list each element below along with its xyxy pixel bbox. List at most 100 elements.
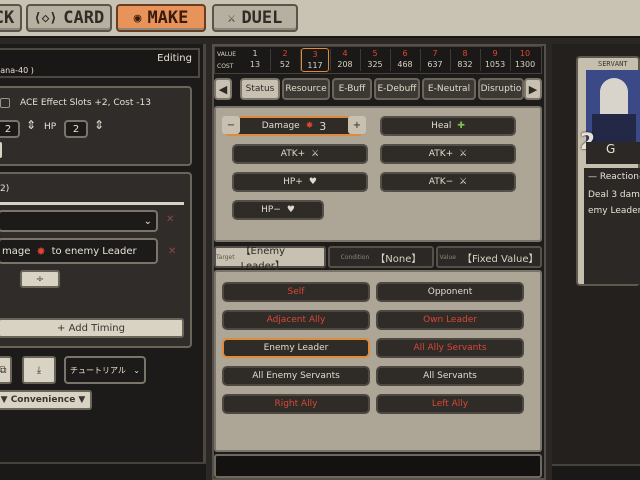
card-preview: SERVANT 2 G — Reaction– Deal 3 dama emy …	[576, 56, 640, 286]
atk-spinbox[interactable]: 2	[0, 120, 20, 138]
minus-icon[interactable]: −	[222, 116, 240, 134]
plus-icon[interactable]: +	[348, 116, 366, 134]
card-nav-label: CARD	[63, 8, 105, 28]
nav-spacer	[302, 4, 640, 34]
hp-minus-effect[interactable]: HP− ♥	[232, 200, 324, 220]
option-enemy-leader[interactable]: Enemy Leader	[222, 338, 370, 358]
atk-stepper-icon[interactable]: ⇕	[26, 118, 36, 132]
tab-e-neutral[interactable]: E-Neutral	[422, 78, 476, 100]
card-icon: ⟨◇⟩	[33, 10, 58, 26]
atk-minus-effect[interactable]: ATK− ⚔	[380, 172, 516, 192]
cost-cell: 325	[367, 60, 383, 69]
back-button[interactable]: CK	[0, 4, 22, 32]
tab-target[interactable]: Target 【Enemy Leader】	[214, 246, 326, 272]
tab-status[interactable]: Status	[240, 78, 280, 100]
option-left-ally[interactable]: Left Ally	[376, 394, 524, 414]
option-all-enemy-servants[interactable]: All Enemy Servants	[222, 366, 370, 386]
cost-column[interactable]: 6 468	[391, 48, 419, 72]
remove-effect-icon[interactable]: ✕	[168, 246, 176, 257]
value-value: 【Fixed Value】	[461, 253, 539, 265]
ace-settings-card: ACE Effect Slots +2, Cost -13 2 ⇕ HP 2 ⇕	[0, 86, 192, 166]
add-effect-button[interactable]: ÷	[20, 270, 60, 288]
cost-row-label: COST	[217, 63, 234, 70]
hp-stepper-icon[interactable]: ⇕	[94, 118, 104, 132]
chevron-down-icon: ⌄	[133, 365, 140, 375]
cost-cell: 208	[337, 60, 353, 69]
option-label: Adjacent Ally	[266, 315, 326, 325]
atk-value: 2	[4, 123, 12, 135]
plus-minus-icon: ÷	[35, 273, 45, 285]
make-nav-button[interactable]: ◉ MAKE	[116, 4, 206, 32]
make-icon: ◉	[133, 10, 142, 26]
copy-button[interactable]: ⧉	[0, 356, 12, 384]
atk-plus-effect[interactable]: ATK+ ⚔	[232, 144, 368, 164]
option-right-ally[interactable]: Right Ally	[222, 394, 370, 414]
left-arrow-icon: ◀	[218, 82, 228, 96]
cost-column[interactable]: 9 1053	[481, 48, 509, 72]
divider	[0, 202, 184, 205]
tab-e-neutral-label: E-Neutral	[427, 84, 471, 94]
tab-e-buff[interactable]: E-Buff	[332, 78, 372, 100]
tab-scroll-left-button[interactable]: ◀	[214, 78, 232, 100]
add-timing-button[interactable]: + Add Timing	[0, 318, 184, 338]
sword-up-icon: ⚔	[459, 149, 468, 159]
cost-column[interactable]: 7 637	[421, 48, 449, 72]
cost-column[interactable]: 4 208	[331, 48, 359, 72]
tab-condition[interactable]: Condition 【None】	[328, 246, 434, 268]
condition-value: 【None】	[375, 253, 422, 265]
cost-columns: 1 13 2 52 3 117 4 208 5 325 6 468 7 637 8 832 9 1053 10 130…	[241, 47, 541, 73]
cost-column-selected[interactable]: 3 117	[301, 48, 329, 72]
hp-plus-effect[interactable]: HP+ ♥	[232, 172, 368, 192]
tab-value[interactable]: Value 【Fixed Value】	[436, 246, 542, 268]
option-label: Enemy Leader	[263, 343, 329, 353]
cost-cell: 1053	[484, 60, 506, 69]
heart-up-icon: ♥	[308, 177, 317, 187]
save-button[interactable]: ⤓	[22, 356, 56, 384]
option-own-leader[interactable]: Own Leader	[376, 310, 524, 330]
cost-column[interactable]: 5 325	[361, 48, 389, 72]
damage-icon: ✸	[305, 121, 314, 131]
crossed-swords-icon: ⚔	[227, 10, 236, 26]
left-footer	[0, 462, 206, 480]
cost-cell: 832	[457, 60, 473, 69]
card-nav-button[interactable]: ⟨◇⟩ CARD	[26, 4, 112, 32]
cost-column[interactable]: 2 52	[271, 48, 299, 72]
duel-nav-button[interactable]: ⚔ DUEL	[212, 4, 298, 32]
option-label: Own Leader	[423, 315, 477, 325]
option-adjacent-ally[interactable]: Adjacent Ally	[222, 310, 370, 330]
target-small-label: Target	[216, 253, 235, 261]
cost-cell: 1300	[514, 60, 536, 69]
heart-down-icon: ♥	[286, 205, 295, 215]
cost-cell: 468	[397, 60, 413, 69]
cost-column[interactable]: 8 832	[451, 48, 479, 72]
card-name-header: Editing lana-40 )	[0, 48, 200, 78]
effects-grid: − Damage ✸ 3 + Heal ✚ ATK+ ⚔ ATK+ ⚔ HP+ …	[214, 106, 542, 242]
option-label: Left Ally	[431, 399, 469, 409]
atk-plus-2-effect[interactable]: ATK+ ⚔	[380, 144, 516, 164]
copy-icon: ⧉	[0, 364, 7, 376]
option-all-servants[interactable]: All Servants	[376, 366, 524, 386]
option-all-ally-servants[interactable]: All Ally Servants	[376, 338, 524, 358]
cloak-shape	[592, 114, 636, 142]
timing-select[interactable]: ⌄	[0, 210, 158, 232]
cost-column[interactable]: 1 13	[241, 48, 269, 72]
hp-spinbox[interactable]: 2	[64, 120, 88, 138]
heal-effect[interactable]: Heal ✚	[380, 116, 516, 136]
tab-disruption[interactable]: Disruptio	[478, 78, 524, 100]
tab-e-debuff[interactable]: E-Debuff	[374, 78, 420, 100]
tab-e-debuff-label: E-Debuff	[377, 84, 417, 94]
convenience-button[interactable]: ▼ Convenience ▼	[0, 390, 92, 410]
editing-label: Editing	[157, 53, 192, 64]
tab-resource[interactable]: Resource	[282, 78, 330, 100]
remove-select-icon[interactable]: ✕	[166, 214, 174, 225]
cost-column[interactable]: 10 1300	[511, 48, 539, 72]
damage-effect[interactable]: − Damage ✸ 3 +	[222, 116, 366, 136]
option-self[interactable]: Self	[222, 282, 370, 302]
option-opponent[interactable]: Opponent	[376, 282, 524, 302]
tab-scroll-right-button[interactable]: ▶	[524, 78, 542, 100]
value-cell: 5	[372, 49, 378, 58]
value-cell: 8	[462, 49, 468, 58]
side-tab[interactable]	[0, 142, 2, 158]
effect-row[interactable]: mage ✸ to enemy Leader	[0, 238, 158, 264]
tutorial-select[interactable]: チュートリアル ⌄	[64, 356, 146, 384]
